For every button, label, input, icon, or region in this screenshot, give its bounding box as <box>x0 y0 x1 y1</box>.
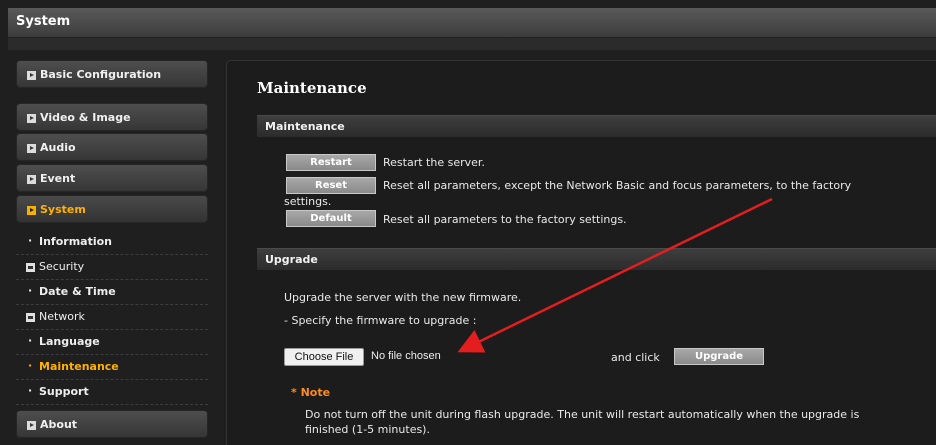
restart-description: Restart the server. <box>383 156 485 169</box>
sidebar-item-label: Basic Configuration <box>40 68 162 81</box>
submenu-item-label: Security <box>39 260 85 273</box>
header-subbar <box>8 38 936 50</box>
arrow-bullet-icon <box>27 71 36 80</box>
sidebar: Basic Configuration Video & Image Audio … <box>16 60 208 445</box>
section-heading: Maintenance <box>265 120 345 133</box>
choose-file-button[interactable]: Choose File <box>284 348 364 366</box>
note-title: * Note <box>291 386 331 399</box>
expand-square-icon <box>26 313 35 322</box>
sidebar-item-basic-configuration[interactable]: Basic Configuration <box>16 60 208 88</box>
arrow-bullet-icon <box>27 144 36 153</box>
submenu-item-label: Information <box>39 235 112 248</box>
sidebar-item-label: System <box>40 203 86 216</box>
upgrade-section-header: Upgrade <box>257 248 936 270</box>
main-content: Maintenance Maintenance Restart Restart … <box>226 60 936 445</box>
default-description: Reset all parameters to the factory sett… <box>383 213 627 226</box>
submenu-item-label: Support <box>39 385 89 398</box>
dot-bullet-icon: · <box>28 284 33 297</box>
arrow-bullet-icon <box>27 175 36 184</box>
dot-bullet-icon: · <box>28 384 33 397</box>
note-text: Do not turn off the unit during flash up… <box>305 408 860 436</box>
upgrade-intro: Upgrade the server with the new firmware… <box>284 291 522 304</box>
dot-bullet-icon: · <box>28 334 33 347</box>
maintenance-section-header: Maintenance <box>257 115 936 137</box>
arrow-bullet-icon <box>27 206 36 215</box>
sidebar-item-label: Audio <box>40 141 76 154</box>
reset-description-cont: settings. <box>284 195 332 208</box>
upgrade-button[interactable]: Upgrade <box>674 348 764 365</box>
and-click-text: and click <box>611 351 660 364</box>
page-title: Maintenance <box>257 79 367 97</box>
submenu-item-security[interactable]: Security <box>16 255 208 280</box>
expand-square-icon <box>26 263 35 272</box>
default-button[interactable]: Default <box>286 210 376 227</box>
reset-button[interactable]: Reset <box>286 177 376 194</box>
submenu-item-language[interactable]: · Language <box>16 330 208 355</box>
sidebar-item-label: About <box>40 418 78 431</box>
submenu-item-label: Date & Time <box>39 285 116 298</box>
upgrade-specify: - Specify the firmware to upgrade : <box>284 314 477 327</box>
dot-bullet-icon: · <box>28 234 33 247</box>
submenu-item-support[interactable]: · Support <box>16 380 208 405</box>
sidebar-item-label: Video & Image <box>40 111 131 124</box>
submenu-item-label: Language <box>39 335 100 348</box>
section-heading: Upgrade <box>265 253 318 266</box>
sidebar-item-audio[interactable]: Audio <box>16 133 208 161</box>
submenu-item-date-time[interactable]: · Date & Time <box>16 280 208 305</box>
sidebar-item-about[interactable]: About <box>16 410 208 438</box>
submenu-item-maintenance[interactable]: · Maintenance <box>16 355 208 380</box>
sidebar-item-label: Event <box>40 172 76 185</box>
no-file-chosen-text: No file chosen <box>371 350 441 362</box>
submenu-item-label: Network <box>39 310 85 323</box>
submenu-item-network[interactable]: Network <box>16 305 208 330</box>
submenu-item-information[interactable]: · Information <box>16 230 208 255</box>
arrow-bullet-icon <box>27 114 36 123</box>
sidebar-item-video-image[interactable]: Video & Image <box>16 103 208 131</box>
arrow-bullet-icon <box>27 421 36 430</box>
header-title: System <box>16 14 71 29</box>
top-header-bar: System <box>8 8 936 38</box>
sidebar-item-event[interactable]: Event <box>16 164 208 192</box>
restart-button[interactable]: Restart <box>286 154 376 171</box>
reset-description: Reset all parameters, except the Network… <box>383 179 852 192</box>
submenu-item-label: Maintenance <box>39 360 119 373</box>
dot-bullet-icon: · <box>28 359 33 372</box>
sidebar-item-system[interactable]: System <box>16 195 208 223</box>
